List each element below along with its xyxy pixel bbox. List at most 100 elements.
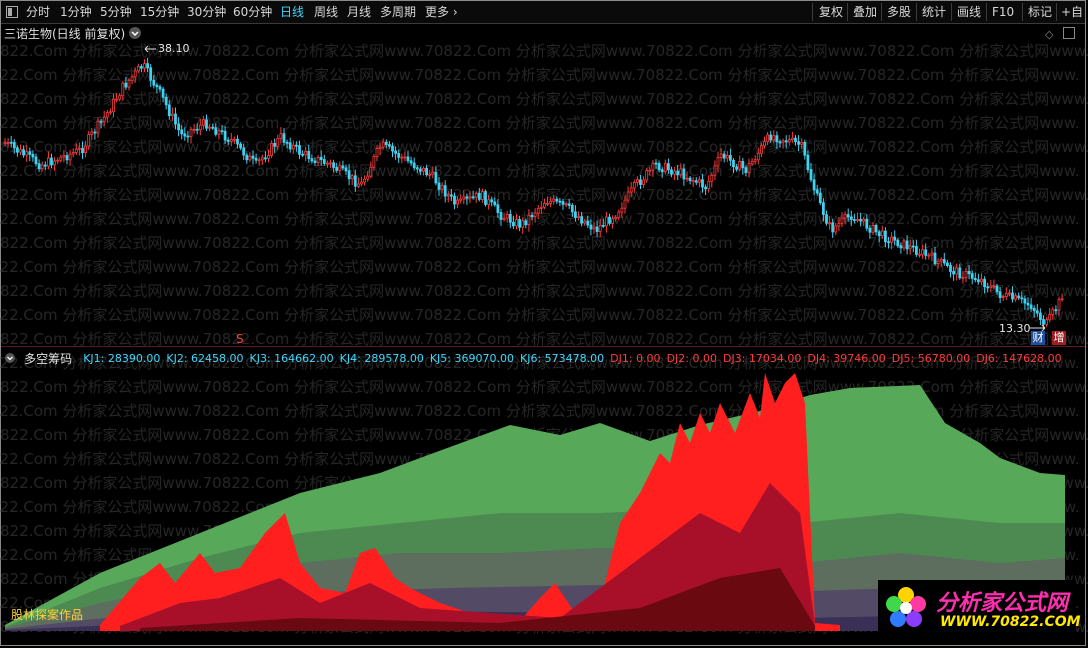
candle-body xyxy=(25,151,29,156)
candle-body xyxy=(397,152,401,158)
candle-body xyxy=(418,168,422,172)
candle-body xyxy=(28,151,32,155)
candle-body xyxy=(381,141,385,148)
candle-body xyxy=(257,159,261,162)
candle-body xyxy=(825,214,828,224)
candle-body xyxy=(536,208,540,214)
candle-body xyxy=(939,259,943,262)
candle-body xyxy=(1023,298,1027,304)
candle-body xyxy=(989,285,993,289)
candle-body xyxy=(130,76,134,81)
logo-title: 分析家公式网 xyxy=(936,591,1069,616)
multi-stock-button[interactable]: 多股 xyxy=(887,3,911,21)
candle-body xyxy=(372,156,376,168)
candle-body xyxy=(787,139,791,143)
period-tab-1min[interactable]: 1分钟 xyxy=(60,3,92,21)
candle-body xyxy=(245,154,249,161)
candle-body xyxy=(136,66,140,72)
period-tab-intraday[interactable]: 分时 xyxy=(26,3,50,21)
candle-body xyxy=(936,260,940,264)
candle-body xyxy=(642,179,645,185)
candle-body xyxy=(766,134,769,143)
candle-body xyxy=(601,224,605,227)
candle-body xyxy=(701,179,704,188)
candle-body xyxy=(518,219,521,228)
candle-body xyxy=(942,259,946,264)
candle-body xyxy=(741,160,745,169)
candle-body xyxy=(121,82,125,97)
restore-rights-button[interactable]: 复权 xyxy=(819,3,843,21)
period-tab-60min[interactable]: 60分钟 xyxy=(233,3,272,21)
f10-button[interactable]: F10 xyxy=(992,3,1014,21)
candle-body xyxy=(189,129,193,137)
candle-body xyxy=(78,147,81,150)
candle-body xyxy=(859,219,862,222)
candle-body xyxy=(43,164,47,167)
candle-body xyxy=(428,173,432,176)
candle-body xyxy=(995,285,999,293)
candle-body xyxy=(753,159,757,162)
candle-body xyxy=(645,170,649,181)
candle-body xyxy=(217,130,221,135)
candle-body xyxy=(291,144,295,150)
candle-body xyxy=(267,155,270,159)
candle-body xyxy=(251,155,255,159)
candle-body xyxy=(480,191,484,200)
period-tab-multi[interactable]: 多周期 xyxy=(380,3,416,21)
candle-body xyxy=(667,163,670,171)
overlay-button[interactable]: 叠加 xyxy=(853,3,877,21)
period-tab-30min[interactable]: 30分钟 xyxy=(187,3,226,21)
candle-body xyxy=(980,278,983,283)
candle-body xyxy=(484,191,487,205)
candle-body xyxy=(527,214,531,226)
mark-button[interactable]: 标记 xyxy=(1028,3,1052,21)
sidebar-toggle-icon[interactable] xyxy=(6,3,20,21)
candle-body xyxy=(208,126,212,129)
candle-body xyxy=(877,231,881,237)
candle-body xyxy=(769,134,773,141)
candle-body xyxy=(335,167,339,171)
candle-body xyxy=(685,177,689,180)
candle-body xyxy=(580,216,583,224)
candle-body xyxy=(68,153,72,161)
author-credit: 股林探案作品 xyxy=(11,608,84,622)
add-custom-button[interactable]: +自 xyxy=(1061,3,1083,21)
candle-body xyxy=(180,129,184,135)
candle-body xyxy=(670,169,673,175)
candle-body xyxy=(592,226,596,230)
draw-line-button[interactable]: 画线 xyxy=(957,3,981,21)
period-tab-daily[interactable]: 日线 xyxy=(280,3,304,21)
candle-body xyxy=(849,216,853,220)
candle-body xyxy=(201,119,205,126)
candle-body xyxy=(648,169,652,172)
candle-body xyxy=(595,226,599,232)
period-tab-15min[interactable]: 15分钟 xyxy=(140,3,179,21)
candle-body xyxy=(99,120,103,123)
candle-body xyxy=(325,162,329,165)
candle-body xyxy=(412,162,416,169)
candle-body xyxy=(490,199,494,203)
period-tab-monthly[interactable]: 月线 xyxy=(347,3,371,21)
candle-body xyxy=(880,230,884,237)
period-tab-weekly[interactable]: 周线 xyxy=(314,3,338,21)
finance-badge[interactable]: 财 xyxy=(1031,331,1045,345)
candle-body xyxy=(158,86,162,90)
candle-body xyxy=(890,236,893,243)
candle-body xyxy=(1051,309,1055,315)
candle-body xyxy=(546,202,549,205)
statistics-button[interactable]: 统计 xyxy=(922,3,946,21)
increase-badge[interactable]: 增 xyxy=(1052,331,1066,345)
candle-body xyxy=(570,205,574,213)
period-tab-5min[interactable]: 5分钟 xyxy=(100,3,132,21)
more-menu[interactable]: 更多 › xyxy=(425,3,458,21)
candle-body xyxy=(896,239,900,247)
candle-body xyxy=(124,82,128,88)
candle-body xyxy=(598,224,602,232)
candle-body xyxy=(375,148,379,158)
candle-body xyxy=(236,138,239,145)
candle-body xyxy=(71,152,75,155)
candle-body xyxy=(555,198,559,202)
candlestick-chart[interactable] xyxy=(0,25,1088,345)
candle-body xyxy=(496,204,500,213)
candle-body xyxy=(456,199,460,205)
